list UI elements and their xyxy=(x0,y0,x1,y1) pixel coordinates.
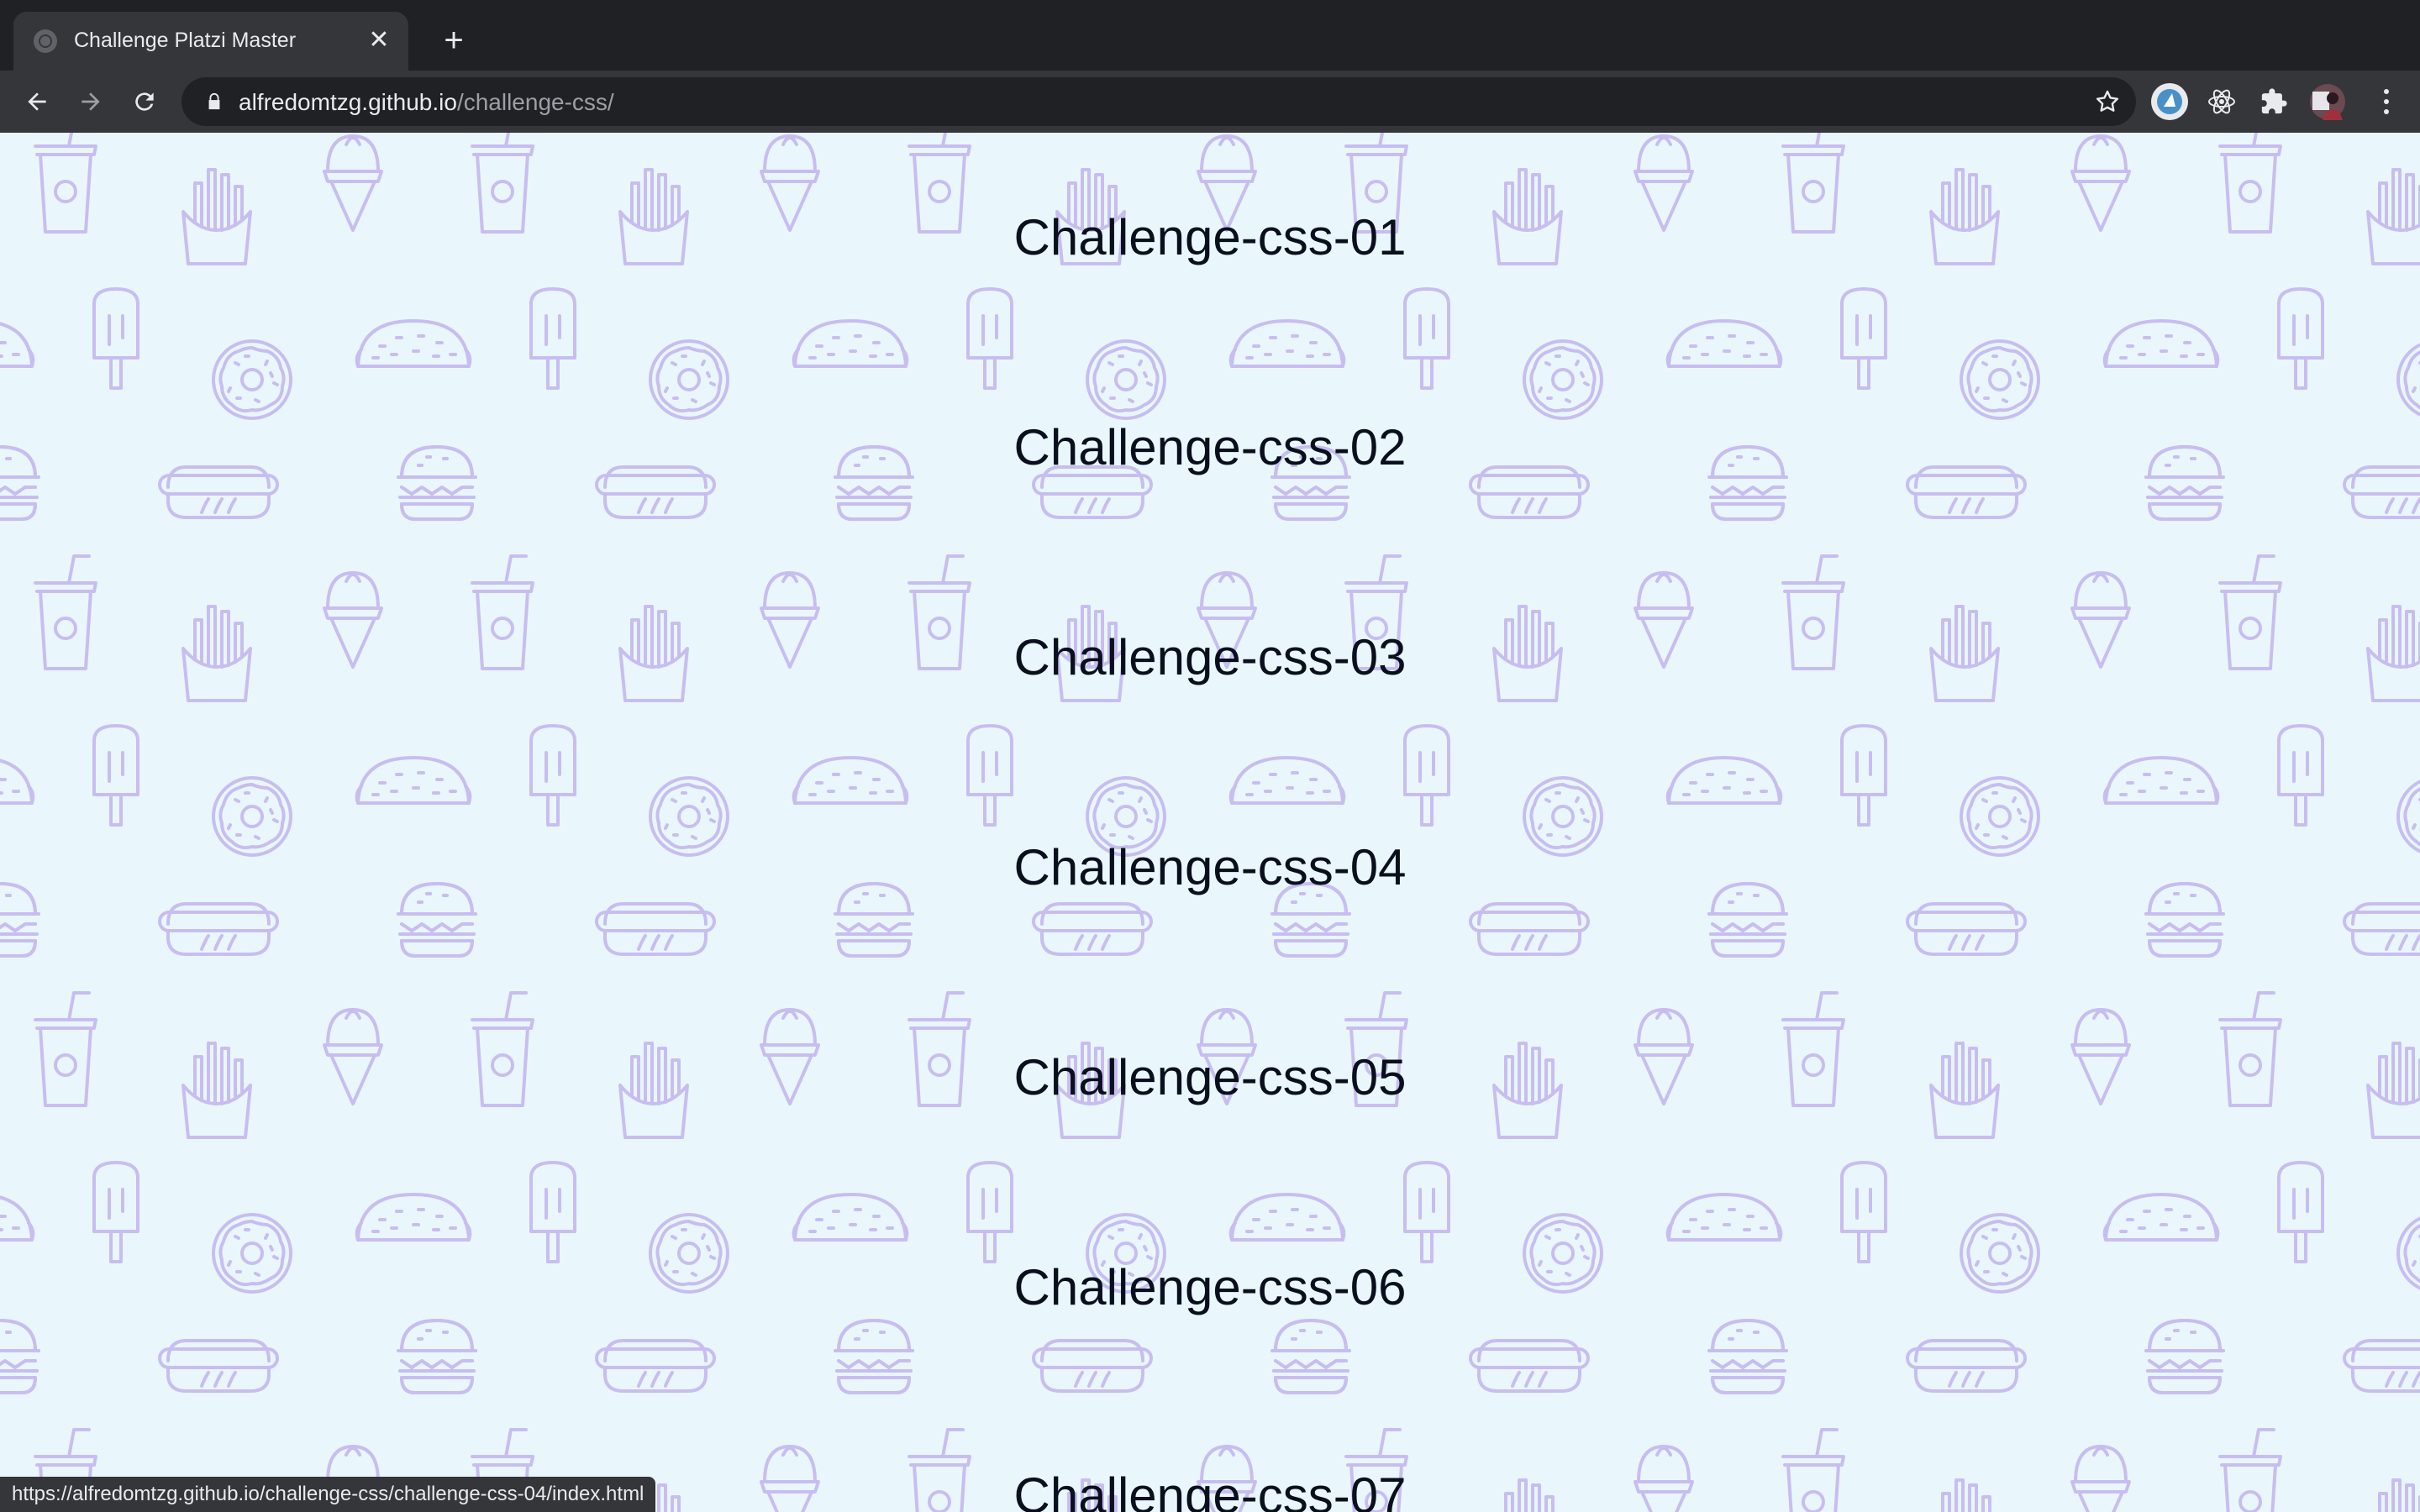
forward-arrow-icon xyxy=(82,92,100,111)
lock-icon[interactable] xyxy=(205,92,224,111)
back-arrow-icon xyxy=(28,92,46,111)
puzzle-icon xyxy=(2261,88,2287,114)
menu-dots-icon xyxy=(2384,89,2389,114)
reload-icon xyxy=(135,92,154,111)
extensions-button[interactable] xyxy=(2257,85,2291,118)
challenge-link-03[interactable]: Challenge-css-03 xyxy=(0,628,2420,687)
status-url-bubble: https://alfredomtzg.github.io/challenge-… xyxy=(0,1477,656,1512)
back-button[interactable] xyxy=(20,85,54,118)
star-icon[interactable] xyxy=(2094,88,2121,115)
browser-toolbar: alfredomtzg.github.io/challenge-css/ xyxy=(0,71,2420,133)
reload-button[interactable] xyxy=(128,85,161,118)
challenge-link-02[interactable]: Challenge-css-02 xyxy=(0,418,2420,477)
challenge-list: Challenge-css-01 Challenge-css-02 Challe… xyxy=(0,133,2420,1512)
page-content: Challenge-css-01 Challenge-css-02 Challe… xyxy=(0,133,2420,1512)
challenge-link-05[interactable]: Challenge-css-05 xyxy=(0,1048,2420,1107)
react-devtools-button[interactable] xyxy=(2205,85,2238,118)
url-text[interactable]: alfredomtzg.github.io/challenge-css/ xyxy=(239,89,614,116)
extension-circle-button[interactable] xyxy=(2149,81,2190,122)
tab-strip: Challenge Platzi Master ✕ + xyxy=(0,0,2420,71)
browser-tab[interactable]: Challenge Platzi Master ✕ xyxy=(13,12,408,71)
close-icon[interactable]: ✕ xyxy=(365,26,393,55)
url-path: /challenge-css/ xyxy=(456,89,614,115)
challenge-link-01[interactable]: Challenge-css-01 xyxy=(0,208,2420,267)
forward-button[interactable] xyxy=(74,85,108,118)
extension-circle-icon xyxy=(2151,83,2188,120)
tab-title: Challenge Platzi Master xyxy=(74,29,297,52)
react-icon xyxy=(2208,89,2235,114)
profile-button[interactable] xyxy=(2309,83,2346,120)
challenge-link-06[interactable]: Challenge-css-06 xyxy=(0,1258,2420,1317)
new-tab-button[interactable]: + xyxy=(437,24,471,57)
menu-button[interactable] xyxy=(2370,85,2403,118)
challenge-link-04[interactable]: Challenge-css-04 xyxy=(0,838,2420,897)
address-bar[interactable]: alfredomtzg.github.io/challenge-css/ xyxy=(182,77,2136,126)
url-host: alfredomtzg.github.io xyxy=(239,89,457,115)
avatar xyxy=(2310,84,2345,120)
globe-icon xyxy=(34,29,57,53)
